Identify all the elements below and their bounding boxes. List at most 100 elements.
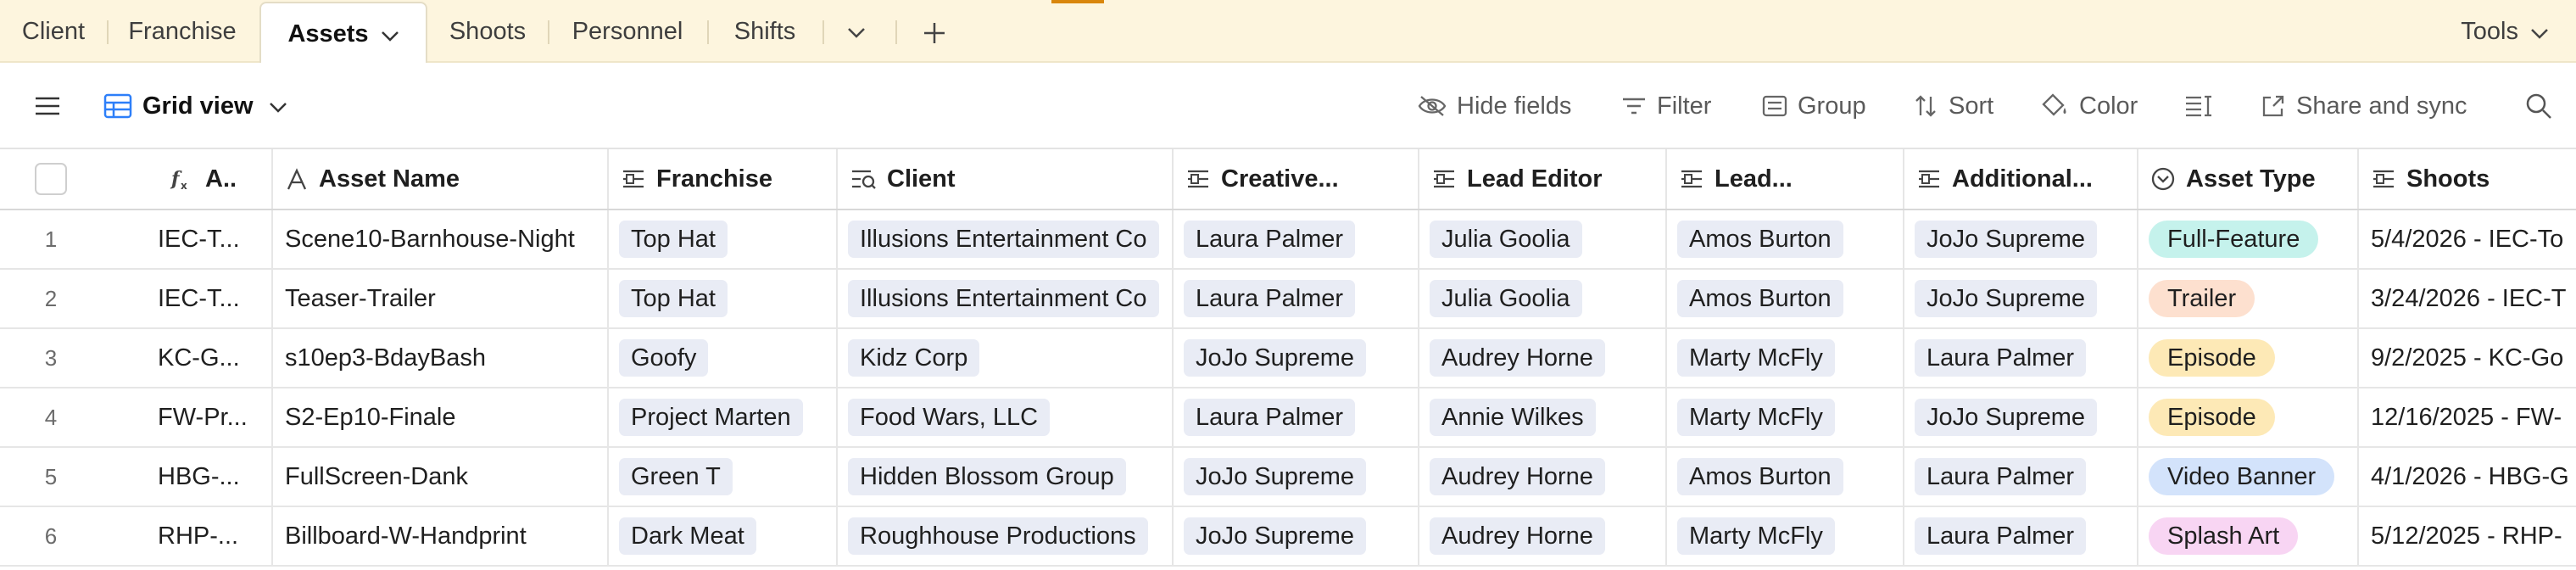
linked-record-chip[interactable]: JoJo Supreme bbox=[1184, 517, 1366, 555]
linked-record-chip[interactable]: Amos Burton bbox=[1677, 221, 1843, 258]
table-row[interactable]: 4 FW-Pr... S2-Ep10-Finale Project Marten Foo… bbox=[0, 388, 2576, 448]
linked-record-chip[interactable]: Hidden Blossom Group bbox=[848, 458, 1126, 495]
linked-record-chip[interactable]: Marty McFly bbox=[1677, 517, 1835, 555]
column-header-lead[interactable]: Lead... bbox=[1667, 149, 1904, 209]
linked-record-chip[interactable]: Julia Goolia bbox=[1430, 280, 1582, 317]
cell-additional[interactable]: Laura Palmer bbox=[1904, 448, 2138, 506]
cell-shoots[interactable]: 3/24/2026 - IEC-T bbox=[2359, 270, 2576, 327]
cell-lead[interactable]: Amos Burton bbox=[1667, 210, 1904, 268]
select-all-checkbox[interactable] bbox=[35, 163, 67, 195]
cell-code[interactable]: IEC-T... bbox=[158, 270, 273, 327]
linked-record-chip[interactable]: Amos Burton bbox=[1677, 280, 1843, 317]
cell-creative[interactable]: Laura Palmer bbox=[1174, 270, 1419, 327]
linked-record-chip[interactable]: Laura Palmer bbox=[1915, 339, 2087, 377]
cell-franchise[interactable]: Project Marten bbox=[609, 388, 838, 446]
cell-asset-type[interactable]: Video Banner bbox=[2138, 448, 2359, 506]
cell-client[interactable]: Kidz Corp bbox=[838, 329, 1174, 387]
menu-hamburger-icon[interactable] bbox=[34, 63, 71, 149]
column-header-shoots[interactable]: Shoots bbox=[2359, 149, 2576, 209]
column-header-code[interactable]: fx A.. bbox=[158, 149, 273, 209]
linked-record-chip[interactable]: JoJo Supreme bbox=[1915, 221, 2097, 258]
tab-shoots[interactable]: Shoots bbox=[431, 0, 544, 63]
cell-creative[interactable]: JoJo Supreme bbox=[1174, 507, 1419, 565]
linked-record-chip[interactable]: JoJo Supreme bbox=[1184, 458, 1366, 495]
cell-additional[interactable]: JoJo Supreme bbox=[1904, 388, 2138, 446]
hide-fields-button[interactable]: Hide fields bbox=[1418, 63, 1571, 149]
cell-creative[interactable]: JoJo Supreme bbox=[1174, 448, 1419, 506]
linked-record-chip[interactable]: Roughhouse Productions bbox=[848, 517, 1148, 555]
linked-record-chip[interactable]: JoJo Supreme bbox=[1184, 339, 1366, 377]
linked-record-chip[interactable]: Amos Burton bbox=[1677, 458, 1843, 495]
cell-additional[interactable]: Laura Palmer bbox=[1904, 329, 2138, 387]
group-button[interactable]: Group bbox=[1762, 63, 1866, 149]
cell-lead[interactable]: Marty McFly bbox=[1667, 388, 1904, 446]
cell-shoots[interactable]: 12/16/2025 - FW- bbox=[2359, 388, 2576, 446]
cell-franchise[interactable]: Dark Meat bbox=[609, 507, 838, 565]
tab-shifts[interactable]: Shifts bbox=[709, 0, 821, 63]
cell-lead[interactable]: Marty McFly bbox=[1667, 329, 1904, 387]
tab-personnel[interactable]: Personnel bbox=[549, 0, 705, 63]
cell-additional[interactable]: JoJo Supreme bbox=[1904, 270, 2138, 327]
cell-lead-editor[interactable]: Julia Goolia bbox=[1419, 210, 1667, 268]
linked-record-chip[interactable]: Audrey Horne bbox=[1430, 458, 1605, 495]
linked-record-chip[interactable]: Food Wars, LLC bbox=[848, 399, 1051, 436]
linked-record-chip[interactable]: Illusions Entertainment Co bbox=[848, 280, 1159, 317]
column-header-asset-name[interactable]: Asset Name bbox=[273, 149, 609, 209]
cell-lead-editor[interactable]: Audrey Horne bbox=[1419, 507, 1667, 565]
cell-lead[interactable]: Amos Burton bbox=[1667, 270, 1904, 327]
table-row[interactable]: 5 HBG-... FullScreen-Dank Green T Hidden Blo… bbox=[0, 448, 2576, 507]
cell-asset-type[interactable]: Splash Art bbox=[2138, 507, 2359, 565]
cell-lead-editor[interactable]: Audrey Horne bbox=[1419, 329, 1667, 387]
cell-lead-editor[interactable]: Julia Goolia bbox=[1419, 270, 1667, 327]
color-button[interactable]: Color bbox=[2040, 63, 2138, 149]
cell-code[interactable]: FW-Pr... bbox=[158, 388, 273, 446]
cell-shoots[interactable]: 5/4/2026 - IEC-To bbox=[2359, 210, 2576, 268]
cell-asset-type[interactable]: Episode bbox=[2138, 329, 2359, 387]
table-row[interactable]: 3 KC-G... s10ep3-BdayBash Goofy Kidz Corp JoJ… bbox=[0, 329, 2576, 388]
cell-client[interactable]: Illusions Entertainment Co bbox=[838, 270, 1174, 327]
linked-record-chip[interactable]: Marty McFly bbox=[1677, 339, 1835, 377]
cell-lead[interactable]: Marty McFly bbox=[1667, 507, 1904, 565]
cell-asset-type[interactable]: Episode bbox=[2138, 388, 2359, 446]
linked-record-chip[interactable]: JoJo Supreme bbox=[1915, 399, 2097, 436]
linked-record-chip[interactable]: Audrey Horne bbox=[1430, 517, 1605, 555]
column-header-asset-type[interactable]: Asset Type bbox=[2138, 149, 2359, 209]
cell-creative[interactable]: JoJo Supreme bbox=[1174, 329, 1419, 387]
table-row[interactable]: 1 IEC-T... Scene10-Barnhouse-Night Top Hat I… bbox=[0, 210, 2576, 270]
cell-client[interactable]: Illusions Entertainment Co bbox=[838, 210, 1174, 268]
linked-record-chip[interactable]: Project Marten bbox=[619, 399, 803, 436]
asset-type-tag[interactable]: Video Banner bbox=[2149, 458, 2335, 495]
row-number[interactable]: 2 bbox=[0, 270, 102, 327]
cell-lead[interactable]: Amos Burton bbox=[1667, 448, 1904, 506]
cell-client[interactable]: Roughhouse Productions bbox=[838, 507, 1174, 565]
linked-record-chip[interactable]: Laura Palmer bbox=[1184, 221, 1356, 258]
cell-creative[interactable]: Laura Palmer bbox=[1174, 388, 1419, 446]
tab-client[interactable]: Client bbox=[0, 0, 107, 63]
asset-type-tag[interactable]: Splash Art bbox=[2149, 517, 2299, 555]
cell-client[interactable]: Hidden Blossom Group bbox=[838, 448, 1174, 506]
cell-asset-name[interactable]: s10ep3-BdayBash bbox=[273, 329, 609, 387]
linked-record-chip[interactable]: Audrey Horne bbox=[1430, 339, 1605, 377]
asset-type-tag[interactable]: Trailer bbox=[2149, 280, 2255, 317]
row-number[interactable]: 5 bbox=[0, 448, 102, 506]
search-icon[interactable] bbox=[2525, 63, 2562, 149]
column-header-creative[interactable]: Creative... bbox=[1174, 149, 1419, 209]
tab-assets[interactable]: Assets bbox=[259, 2, 427, 63]
linked-record-chip[interactable]: Kidz Corp bbox=[848, 339, 980, 377]
cell-code[interactable]: RHP-... bbox=[158, 507, 273, 565]
cell-asset-type[interactable]: Full-Feature bbox=[2138, 210, 2359, 268]
cell-additional[interactable]: Laura Palmer bbox=[1904, 507, 2138, 565]
table-row[interactable]: 2 IEC-T... Teaser-Trailer Top Hat Illusions … bbox=[0, 270, 2576, 329]
asset-type-tag[interactable]: Episode bbox=[2149, 399, 2275, 436]
linked-record-chip[interactable]: Dark Meat bbox=[619, 517, 756, 555]
row-number[interactable]: 4 bbox=[0, 388, 102, 446]
cell-franchise[interactable]: Top Hat bbox=[609, 270, 838, 327]
cell-code[interactable]: KC-G... bbox=[158, 329, 273, 387]
asset-type-tag[interactable]: Full-Feature bbox=[2149, 221, 2319, 258]
linked-record-chip[interactable]: Top Hat bbox=[619, 221, 728, 258]
cell-franchise[interactable]: Top Hat bbox=[609, 210, 838, 268]
cell-asset-name[interactable]: Billboard-W-Handprint bbox=[273, 507, 609, 565]
linked-record-chip[interactable]: Laura Palmer bbox=[1184, 280, 1356, 317]
more-tables-chevron-icon[interactable] bbox=[839, 16, 873, 50]
cell-asset-name[interactable]: Scene10-Barnhouse-Night bbox=[273, 210, 609, 268]
